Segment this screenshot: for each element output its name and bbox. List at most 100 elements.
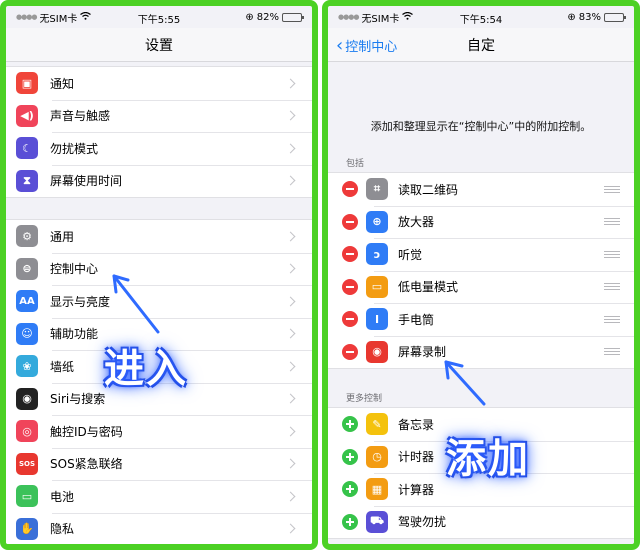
settings-row-label: 电池 (50, 489, 75, 504)
control-center-customize-screen: ●●●● 无SIM卡 下午5:54 ⊕ 83% ‹ 控制中心 自定 添加和整理显… (322, 0, 640, 550)
settings-row[interactable]: ☾ 勿扰模式 (6, 132, 312, 165)
chevron-right-icon (285, 491, 296, 502)
ear-icon: ↄ (366, 243, 388, 266)
battery-icon: ▭ (16, 485, 38, 508)
sound-icon: ◀) (16, 104, 38, 127)
status-bar: ●●●● 无SIM卡 下午5:54 ⊕ 83% (328, 6, 634, 28)
settings-row-label: 声音与触感 (50, 109, 111, 124)
reorder-handle[interactable] (604, 250, 620, 258)
add-button[interactable] (342, 416, 358, 433)
magnifier-icon: ⊕ (366, 210, 388, 233)
display-icon: AA (16, 290, 38, 313)
control-row-label: 听觉 (398, 247, 423, 262)
settings-row[interactable]: SOS SOS紧急联络 (6, 447, 312, 481)
hourglass-icon: ⧗ (16, 169, 38, 192)
control-row: ▭ 低电量模式 (328, 270, 634, 304)
chevron-right-icon (285, 110, 296, 121)
status-time: 下午5:55 (137, 15, 181, 26)
flashlight-icon: Ⅰ (366, 308, 388, 331)
add-button[interactable] (342, 513, 358, 530)
chevron-right-icon (285, 328, 296, 339)
calculator-icon: ▦ (366, 478, 388, 501)
settings-row-label: 通用 (50, 229, 75, 244)
siri-icon: ◉ (16, 387, 38, 410)
settings-group-1: ▣ 通知 ◀) 声音与触感 ☾ 勿扰模式 ⧗ 屏幕使用时间 (6, 66, 312, 198)
section-header-more: 更多控制 (346, 394, 383, 404)
nav-bar: ‹ 控制中心 自定 (328, 28, 634, 62)
settings-row[interactable]: ▭ 电池 (6, 480, 312, 513)
accessibility-icon: ☺ (16, 322, 38, 345)
overlay-add-text: 添加 (446, 436, 530, 482)
settings-row-label: 屏幕使用时间 (50, 174, 123, 189)
settings-row[interactable]: ✋ 隐私 (6, 512, 312, 545)
control-row: ↄ 听觉 (328, 238, 634, 271)
gear-icon: ⚙ (16, 225, 38, 248)
chevron-right-icon (285, 231, 296, 242)
settings-row[interactable]: ◎ 触控ID与密码 (6, 415, 312, 448)
reorder-handle[interactable] (604, 315, 620, 323)
chevron-right-icon (285, 296, 296, 307)
qr-code-icon: ⌗ (366, 178, 388, 201)
status-time: 下午5:54 (459, 15, 503, 26)
control-row-label: 手电筒 (398, 312, 435, 327)
chevron-right-icon (285, 78, 296, 89)
remove-button[interactable] (342, 311, 358, 328)
back-button[interactable]: ‹ 控制中心 (336, 36, 397, 55)
hand-icon: ✋ (16, 517, 38, 540)
chevron-right-icon (285, 263, 296, 274)
settings-row-label: 勿扰模式 (50, 141, 99, 156)
low-power-icon: ▭ (366, 275, 388, 298)
settings-row-label: 通知 (50, 76, 75, 91)
settings-row[interactable]: ⚙ 通用 (6, 220, 312, 253)
control-row-label: 低电量模式 (398, 280, 459, 295)
included-controls-list: ⌗ 读取二维码 ⊕ 放大器 ↄ 听觉 ▭ 低电量模式 Ⅰ 手电筒 ◉ 屏幕录制 (328, 172, 634, 369)
chevron-right-icon (285, 143, 296, 154)
control-row-label: 屏幕录制 (398, 345, 447, 360)
control-row: ⛟ 驾驶勿扰 (328, 505, 634, 539)
page-title: 自定 (467, 37, 495, 54)
control-row: Ⅰ 手电筒 (328, 303, 634, 336)
moon-icon: ☾ (16, 137, 38, 160)
remove-button[interactable] (342, 213, 358, 230)
reorder-handle[interactable] (604, 218, 620, 226)
sos-icon: SOS (16, 452, 38, 475)
settings-row[interactable]: ⧗ 屏幕使用时间 (6, 164, 312, 198)
battery-icon (282, 12, 304, 22)
chevron-right-icon (285, 361, 296, 372)
chevron-right-icon (285, 426, 296, 437)
add-button[interactable] (342, 448, 358, 465)
settings-screen: ●●●● 无SIM卡 下午5:55 ⊕ 82% 设置 ▣ 通知 ◀) 声音与触感 ☾ 勿扰… (0, 0, 318, 550)
chevron-right-icon (285, 393, 296, 404)
arrow-icon (444, 360, 486, 406)
settings-row[interactable]: ▣ 通知 (6, 67, 312, 100)
settings-row-label: 触控ID与密码 (50, 424, 123, 439)
settings-row-label: 显示与亮度 (50, 294, 111, 309)
reorder-handle[interactable] (604, 283, 620, 291)
fingerprint-icon: ◎ (16, 420, 38, 443)
screen-record-icon: ◉ (366, 340, 388, 363)
section-header-include: 包括 (346, 159, 365, 169)
chevron-right-icon (285, 175, 296, 186)
settings-row[interactable]: ◀) 声音与触感 (6, 99, 312, 133)
battery-icon (604, 12, 626, 22)
wallpaper-icon: ❀ (16, 355, 38, 378)
chevron-right-icon (285, 458, 296, 469)
remove-button[interactable] (342, 181, 358, 198)
notes-icon: ✎ (366, 413, 388, 436)
reorder-handle[interactable] (604, 185, 620, 193)
control-row-label: 驾驶勿扰 (398, 515, 447, 530)
control-row: ⌗ 读取二维码 (328, 173, 634, 206)
control-row-label: 放大器 (398, 215, 435, 230)
add-button[interactable] (342, 481, 358, 498)
remove-button[interactable] (342, 343, 358, 360)
remove-button[interactable] (342, 278, 358, 295)
overlay-enter-text: 进入 (104, 346, 188, 392)
reorder-handle[interactable] (604, 348, 620, 356)
remove-button[interactable] (342, 246, 358, 263)
status-bar: ●●●● 无SIM卡 下午5:55 ⊕ 82% (6, 6, 312, 28)
control-row-label: 读取二维码 (398, 182, 459, 197)
arrow-icon (112, 274, 160, 334)
settings-row-label: SOS紧急联络 (50, 457, 123, 472)
nav-bar: 设置 (6, 28, 312, 62)
toggles-icon: ⊜ (16, 257, 38, 280)
